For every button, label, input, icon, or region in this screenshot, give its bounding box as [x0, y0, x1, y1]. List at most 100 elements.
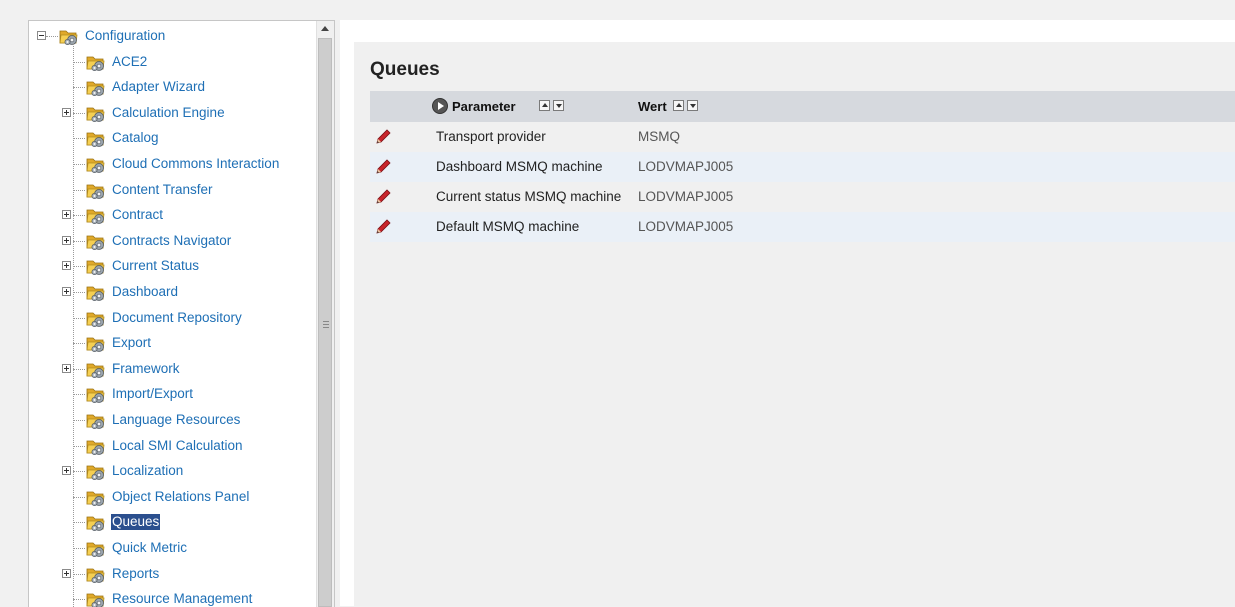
tree-item-label[interactable]: Document Repository	[111, 310, 243, 326]
tree-scrollbar[interactable]	[316, 21, 334, 607]
gear-folder-icon	[86, 181, 106, 200]
gear-folder-icon	[86, 565, 106, 584]
play-icon[interactable]	[432, 98, 448, 114]
gear-folder-icon	[86, 53, 106, 72]
cell-value: LODVMAPJ005	[638, 189, 734, 204]
tree-connector-line	[73, 112, 85, 114]
tree-item-label[interactable]: Calculation Engine	[111, 105, 226, 121]
tree-item-label[interactable]: Cloud Commons Interaction	[111, 156, 280, 172]
sort-descending-value-icon[interactable]	[687, 100, 698, 111]
sort-ascending-value-icon[interactable]	[673, 100, 684, 111]
cell-parameter: Default MSMQ machine	[436, 219, 580, 234]
tree-item-label[interactable]: Import/Export	[111, 386, 194, 402]
cell-parameter: Transport provider	[436, 129, 546, 144]
tree-item-label[interactable]: Dashboard	[111, 284, 179, 300]
expand-icon[interactable]	[62, 287, 71, 296]
gear-folder-icon	[59, 27, 79, 46]
tree-item-label[interactable]: Localization	[111, 463, 184, 479]
tree-item-label[interactable]: Current Status	[111, 258, 200, 274]
cell-value: LODVMAPJ005	[638, 159, 734, 174]
tree-item-label[interactable]: Object Relations Panel	[111, 489, 250, 505]
tree-connector-line	[73, 164, 85, 165]
tree-item-label[interactable]: Adapter Wizard	[111, 79, 206, 95]
column-header-parameter[interactable]: Parameter	[452, 99, 516, 114]
tree-item-label[interactable]: Resource Management	[111, 591, 253, 607]
expand-icon[interactable]	[62, 210, 71, 220]
tree-item-label[interactable]: Quick Metric	[111, 540, 188, 556]
scroll-thumb[interactable]	[318, 38, 332, 607]
tree-connector-line	[73, 317, 85, 319]
expand-icon[interactable]	[62, 568, 71, 578]
tree-connector-line	[73, 496, 85, 498]
gear-folder-icon	[86, 360, 106, 379]
gear-folder-icon	[86, 488, 106, 507]
tree-connector-line	[73, 471, 85, 473]
tree-connector-line	[73, 87, 85, 89]
tree-connector-line	[73, 215, 85, 217]
gear-folder-icon	[86, 462, 106, 481]
tree-item-label[interactable]: Content Transfer	[111, 182, 214, 198]
tree-vertical-line	[73, 43, 74, 607]
gear-folder-icon	[86, 206, 106, 225]
tree-item-label[interactable]: ACE2	[111, 54, 148, 70]
cell-value: MSMQ	[638, 129, 680, 144]
scroll-up-arrow-icon[interactable]	[321, 26, 329, 31]
gear-folder-icon	[86, 437, 106, 456]
tree-item-label[interactable]: Language Resources	[111, 412, 241, 428]
pencil-edit-icon[interactable]	[374, 218, 392, 236]
tree-item-label[interactable]: Framework	[111, 361, 181, 377]
cell-parameter: Current status MSMQ machine	[436, 189, 622, 204]
gear-folder-icon	[86, 539, 106, 558]
gear-folder-icon	[86, 590, 106, 607]
tree-connector-line	[73, 189, 85, 191]
gear-folder-icon	[86, 257, 106, 276]
gear-folder-icon	[86, 283, 106, 302]
sort-ascending-parameter-icon[interactable]	[539, 100, 550, 111]
expand-icon[interactable]	[62, 363, 71, 373]
tree-item-label[interactable]: Configuration	[84, 28, 166, 44]
tree-connector-line	[73, 522, 85, 524]
cell-parameter: Dashboard MSMQ machine	[436, 159, 603, 174]
tree-item-label[interactable]: Contracts Navigator	[111, 233, 232, 249]
tree-item-label[interactable]: Local SMI Calculation	[111, 438, 244, 454]
tree-connector-line	[73, 138, 85, 140]
column-header-value[interactable]: Wert	[638, 99, 667, 114]
configuration-tree-panel: Configuration ACE2 Adapter Wizard Calculati…	[28, 20, 335, 607]
pencil-edit-icon[interactable]	[374, 128, 392, 146]
pencil-edit-icon[interactable]	[374, 188, 392, 206]
expand-icon[interactable]	[62, 261, 71, 271]
sort-descending-parameter-icon[interactable]	[553, 100, 564, 111]
gear-folder-icon	[86, 334, 106, 353]
expand-icon[interactable]	[62, 235, 71, 245]
tree-item-label[interactable]: Catalog	[111, 130, 160, 146]
tree-item-label[interactable]: Queues	[111, 514, 161, 531]
main-content: Queues Parameter Wert Transport provider…	[340, 20, 1235, 606]
tree-connector-line	[73, 292, 85, 293]
gear-folder-icon	[86, 129, 106, 148]
pencil-edit-icon[interactable]	[374, 158, 392, 176]
gear-folder-icon	[86, 385, 106, 404]
collapse-icon[interactable]	[37, 31, 46, 40]
cell-value: LODVMAPJ005	[638, 219, 734, 234]
expand-icon[interactable]	[62, 466, 71, 476]
gear-folder-icon	[86, 513, 106, 532]
configuration-tree: Configuration ACE2 Adapter Wizard Calculati…	[29, 21, 317, 607]
page-title: Queues	[370, 59, 440, 80]
tree-item-label[interactable]: Export	[111, 335, 152, 351]
tree-connector-line	[73, 240, 85, 242]
table-row[interactable]: Default MSMQ machine LODVMAPJ005	[370, 212, 1235, 242]
tree-connector-line	[73, 445, 85, 447]
tree-connector-line	[73, 61, 85, 63]
tree-connector-line	[73, 368, 85, 370]
table-header: Parameter Wert	[370, 91, 1235, 122]
tree-connector-line	[73, 599, 85, 601]
table-row[interactable]: Transport provider MSMQ	[370, 122, 1235, 152]
gear-folder-icon	[86, 411, 106, 430]
tree-item-label[interactable]: Contract	[111, 207, 164, 223]
table-row[interactable]: Current status MSMQ machine LODVMAPJ005	[370, 182, 1235, 212]
gear-folder-icon	[86, 155, 106, 174]
expand-icon[interactable]	[62, 107, 71, 117]
content-area: Queues Parameter Wert Transport provider…	[354, 42, 1235, 606]
table-row[interactable]: Dashboard MSMQ machine LODVMAPJ005	[370, 152, 1235, 182]
tree-item-label[interactable]: Reports	[111, 566, 160, 582]
